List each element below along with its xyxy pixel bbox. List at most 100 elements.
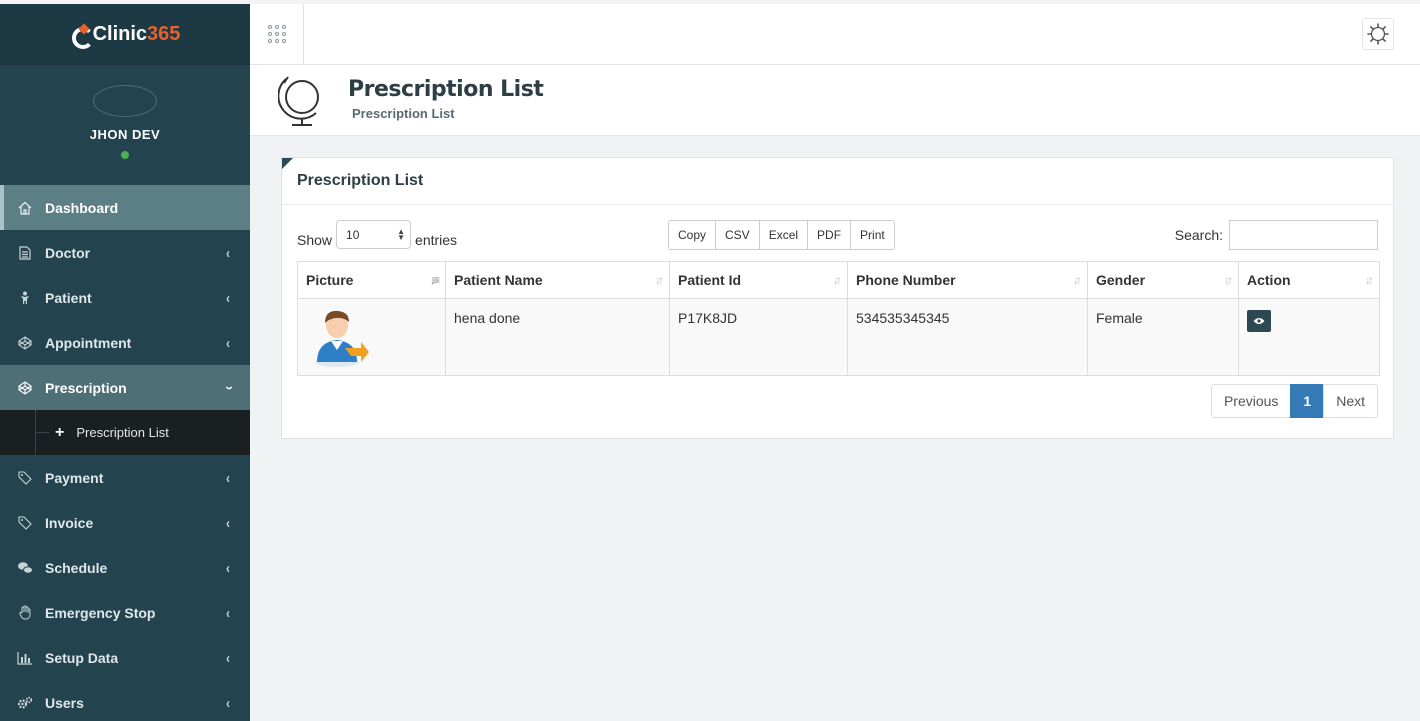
person-icon <box>16 290 34 306</box>
column-header-phone-number[interactable]: Phone Number ↓↑ <box>847 261 1088 299</box>
entries-label: entries <box>415 231 458 248</box>
avatar[interactable] <box>93 85 157 117</box>
chevron-left-icon: ‹ <box>226 649 230 666</box>
top-bar <box>250 4 1420 65</box>
sidebar-item-schedule[interactable]: Schedule ‹ <box>0 545 250 590</box>
online-status-dot <box>121 151 129 159</box>
sidebar-item-label: Payment <box>45 469 104 486</box>
table-header-row: Picture ↓≡ Patient Name ↓↑ Patient Id ↓↑… <box>297 261 1380 299</box>
column-header-patient-id[interactable]: Patient Id ↓↑ <box>669 261 848 299</box>
pagination: Previous 1 Next <box>1210 384 1378 418</box>
copy-button[interactable]: Copy <box>668 220 717 250</box>
user-name: JHON DEV <box>89 127 161 142</box>
chevron-left-icon: ‹ <box>226 469 230 486</box>
column-header-gender[interactable]: Gender ↓↑ <box>1087 261 1239 299</box>
sidebar-item-payment[interactable]: Payment ‹ <box>0 455 250 500</box>
prescription-card: Prescription List Show 10 ▲ ▼ entries Cop… <box>281 157 1394 439</box>
sort-icon: ↓↑ <box>655 273 664 287</box>
sidebar-item-invoice[interactable]: Invoice ‹ <box>0 500 250 545</box>
sidebar-item-appointment[interactable]: Appointment ‹ <box>0 320 250 365</box>
home-icon <box>16 200 34 216</box>
chevron-left-icon: ‹ <box>226 289 230 306</box>
sidebar-item-label: Doctor <box>45 244 91 261</box>
chevron-left-icon: ‹ <box>226 334 230 351</box>
card-corner <box>282 158 293 169</box>
brand-number: 365 <box>147 22 181 45</box>
sidebar-item-setup-data[interactable]: Setup Data ‹ <box>0 635 250 680</box>
entries-length: Show 10 ▲ ▼ entries <box>297 220 458 254</box>
page-title: Prescription List <box>348 77 544 102</box>
breadcrumb: Prescription List <box>352 106 455 121</box>
bar-chart-icon <box>16 650 34 666</box>
page-header: Prescription List Prescription List <box>250 65 1420 136</box>
next-page-button[interactable]: Next <box>1323 384 1378 418</box>
sidebar-item-label: Emergency Stop <box>45 604 156 621</box>
cell-patient-id: P17K8JD <box>669 298 848 376</box>
export-buttons: Copy CSV Excel PDF Print <box>668 220 895 250</box>
sidebar-subitem-label: Prescription List <box>76 425 169 440</box>
sort-asc-icon: ↓≡ <box>429 273 440 287</box>
apps-menu-button[interactable] <box>250 4 304 64</box>
previous-page-button[interactable]: Previous <box>1210 384 1292 418</box>
sort-icon: ↓↑ <box>1073 273 1082 287</box>
tag-icon <box>16 470 34 486</box>
gear-icon <box>1367 23 1389 45</box>
sidebar-item-label: Appointment <box>45 334 132 351</box>
globe-icon <box>278 76 319 126</box>
plus-icon: + <box>55 423 65 441</box>
tree-branch <box>35 432 49 433</box>
card-title: Prescription List <box>282 158 1393 205</box>
gears-icon <box>16 695 34 711</box>
sidebar-item-label: Prescription <box>45 379 127 396</box>
logo-icon <box>70 23 94 49</box>
sidebar-item-emergency-stop[interactable]: Emergency Stop ‹ <box>0 590 250 635</box>
chevron-left-icon: ‹ <box>226 244 230 261</box>
excel-button[interactable]: Excel <box>758 220 809 250</box>
sidebar: Clinic 365 JHON DEV Dashboard Doctor ‹ P… <box>0 4 250 721</box>
sidebar-item-doctor[interactable]: Doctor ‹ <box>0 230 250 275</box>
codepen-icon <box>16 335 34 351</box>
search-input[interactable] <box>1229 220 1378 250</box>
sidebar-subitem-prescription-list[interactable]: + Prescription List <box>0 410 250 455</box>
sidebar-item-label: Setup Data <box>45 649 119 666</box>
search-box: Search: <box>1175 220 1378 250</box>
column-header-patient-name[interactable]: Patient Name ↓↑ <box>445 261 670 299</box>
sidebar-item-label: Patient <box>45 289 92 306</box>
brand-name: Clinic <box>92 22 148 45</box>
chevron-left-icon: ‹ <box>226 514 230 531</box>
csv-button[interactable]: CSV <box>715 220 760 250</box>
page-1-button[interactable]: 1 <box>1290 384 1325 418</box>
tag-icon <box>16 515 34 531</box>
pdf-button[interactable]: PDF <box>807 220 852 250</box>
view-button[interactable] <box>1247 310 1271 332</box>
chevron-left-icon: ‹ <box>226 604 230 621</box>
document-icon <box>16 245 34 261</box>
sidebar-item-label: Invoice <box>45 514 94 531</box>
entries-select[interactable]: 10 ▲ ▼ <box>336 220 412 249</box>
sidebar-item-prescription[interactable]: Prescription ‹ <box>0 365 250 410</box>
sidebar-nav: Dashboard Doctor ‹ Patient ‹ Appointment… <box>0 185 250 721</box>
settings-button[interactable] <box>1362 18 1394 50</box>
sidebar-item-patient[interactable]: Patient ‹ <box>0 275 250 320</box>
cell-picture <box>297 298 446 376</box>
sort-icon: ↓↑ <box>833 273 842 287</box>
chevron-left-icon: ‹ <box>226 694 230 711</box>
table-row: hena done P17K8JD 534535345345 Female <box>297 298 1380 376</box>
column-header-picture[interactable]: Picture ↓≡ <box>297 261 446 299</box>
cell-action <box>1238 298 1380 376</box>
cell-gender: Female <box>1087 298 1239 376</box>
hand-icon <box>16 605 34 621</box>
sort-icon: ↓↑ <box>1365 273 1374 287</box>
sidebar-item-label: Schedule <box>45 559 108 576</box>
eye-icon <box>1253 318 1265 324</box>
user-profile: JHON DEV <box>0 65 250 185</box>
select-arrows-icon: ▲ ▼ <box>397 226 406 242</box>
print-button[interactable]: Print <box>850 220 895 250</box>
sidebar-item-users[interactable]: Users ‹ <box>0 680 250 721</box>
sidebar-item-dashboard[interactable]: Dashboard <box>0 185 250 230</box>
chevron-left-icon: ‹ <box>226 559 230 576</box>
column-header-action[interactable]: Action ↓↑ <box>1238 261 1380 299</box>
brand[interactable]: Clinic 365 <box>0 4 250 65</box>
cell-patient-name: hena done <box>445 298 670 376</box>
grid-icon <box>267 25 286 43</box>
